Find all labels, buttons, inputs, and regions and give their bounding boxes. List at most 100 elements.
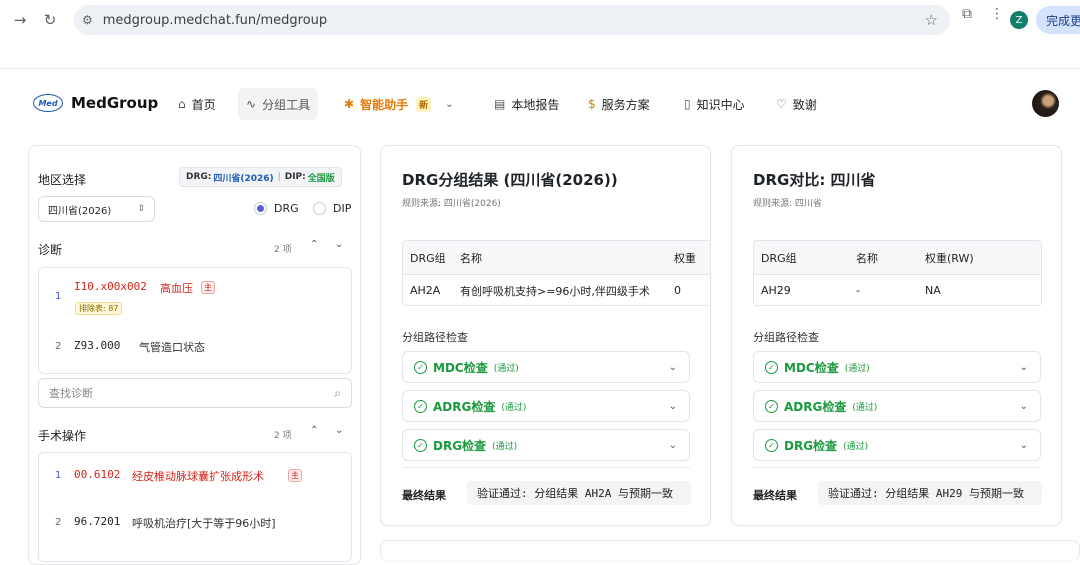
badge-dip-prefix: DIP: [284, 172, 306, 182]
table-row: AH29 - NA [754, 275, 1041, 305]
nav-thanks-label: 致谢 [792, 97, 817, 112]
profile-avatar[interactable]: Z [1010, 11, 1028, 29]
nav-local-report-label: 本地报告 [511, 97, 560, 112]
diagnosis-name: 高血压 [160, 282, 193, 295]
divider [402, 467, 690, 468]
nav-group-tool[interactable]: ∿ 分组工具 [238, 88, 319, 120]
adrg-check-row[interactable]: ✓ ADRG检查 (通过) ⌄ [753, 390, 1041, 422]
list-item[interactable]: 1 I10.x00x002 高血压 主 排除表: 87 [39, 268, 351, 322]
drg-result-panel: DRG分组结果 (四川省(2026)) 规则来源: 四川省(2026) DRG组… [380, 145, 711, 526]
exclusion-badge: 排除表: 87 [75, 302, 123, 315]
procedure-number: 2 [55, 517, 62, 528]
result-table: DRG组 名称 权重 AH2A 有创呼吸机支持>=96小时,伴四级手术 0 [402, 240, 710, 306]
main-diagnosis-badge: 主 [201, 281, 215, 294]
logo[interactable]: Med MedGroup [33, 94, 158, 112]
cell-weight: NA [925, 284, 941, 297]
mdc-check-row[interactable]: ✓ MDC检查 (通过) ⌄ [753, 351, 1041, 383]
complete-update-button[interactable]: 完成更 [1036, 6, 1080, 34]
user-avatar[interactable] [1032, 90, 1059, 117]
chevron-down-icon[interactable]: ⌄ [445, 99, 453, 110]
chevron-down-icon[interactable]: ⌄ [1020, 401, 1028, 412]
list-item[interactable]: 1 00.6102 经皮椎动脉球囊扩张成形术 主 [39, 453, 351, 499]
forward-icon[interactable]: → [6, 6, 34, 34]
nav-knowledge-label: 知识中心 [696, 97, 745, 112]
procedure-code: 96.7201 [74, 515, 121, 528]
more-menu-icon[interactable]: ⋮ [990, 6, 1004, 22]
moneybag-icon: $ [588, 97, 596, 111]
collapse-diagnosis-icon[interactable]: ⌄ [335, 239, 343, 250]
chevron-down-icon[interactable]: ⌄ [1020, 362, 1028, 373]
nav-home[interactable]: ⌂ 首页 [178, 88, 216, 120]
check-status: (通过) [492, 441, 518, 452]
nav-thanks[interactable]: ♡ 致谢 [776, 88, 817, 120]
procedure-label: 手术操作 [38, 429, 87, 443]
cell-drg-group: AH29 [761, 284, 791, 297]
chevron-down-icon[interactable]: ⌄ [669, 362, 677, 373]
search-diagnosis-input[interactable]: 查找诊断 ⌕ [38, 378, 352, 408]
nav-service-plan[interactable]: $ 服务方案 [588, 88, 650, 120]
sparkle-icon: ✱ [344, 97, 355, 111]
diagnosis-name: 气管造口状态 [139, 341, 205, 354]
logo-text: MedGroup [71, 94, 159, 112]
check-name: ADRG检查 [784, 399, 847, 414]
radio-dip[interactable]: DIP [313, 202, 351, 215]
select-chevron-icon: ⇕ [137, 204, 145, 214]
diagnosis-code: Z93.000 [74, 339, 121, 352]
chevron-down-icon[interactable]: ⌄ [669, 401, 677, 412]
list-item[interactable]: 2 96.7201 呼吸机治疗[大于等于96小时] [39, 499, 351, 559]
region-label: 地区选择 [38, 173, 87, 187]
col-name: 名称 [460, 251, 482, 265]
header-divider [0, 68, 1080, 69]
drg-check-row[interactable]: ✓ DRG检查 (通过) ⌄ [402, 429, 690, 461]
table-header: DRG组 名称 权重(RW) [754, 241, 1041, 275]
collapse-procedure-icon[interactable]: ⌄ [335, 425, 343, 436]
search-icon[interactable]: ⌕ [334, 386, 341, 401]
table-header: DRG组 名称 权重 [403, 241, 710, 275]
address-bar[interactable]: ⚙ medgroup.medchat.fun/medgroup ☆ [74, 5, 950, 35]
adrg-check-row[interactable]: ✓ ADRG检查 (通过) ⌄ [402, 390, 690, 422]
tab-search-icon[interactable]: ⧉ [962, 6, 972, 22]
move-up-icon[interactable]: ⌃ [310, 425, 318, 436]
final-result-label: 最终结果 [753, 489, 797, 502]
cell-name: 有创呼吸机支持>=96小时,伴四级手术 [460, 284, 650, 298]
check-status: (通过) [852, 402, 878, 413]
check-status: (通过) [501, 402, 527, 413]
cell-weight: 0 [674, 284, 681, 297]
col-drg-group: DRG组 [410, 251, 446, 265]
move-up-icon[interactable]: ⌃ [310, 239, 318, 250]
procedure-name: 呼吸机治疗[大于等于96小时] [132, 517, 276, 530]
col-name: 名称 [856, 251, 878, 265]
radio-drg-label: DRG [274, 202, 299, 215]
check-name: DRG检查 [784, 438, 838, 453]
check-circle-icon: ✓ [765, 438, 778, 452]
final-result-label: 最终结果 [402, 489, 446, 502]
drg-check-row[interactable]: ✓ DRG检查 (通过) ⌄ [753, 429, 1041, 461]
check-status: (通过) [843, 441, 869, 452]
check-circle-icon: ✓ [765, 399, 778, 413]
pulse-icon: ∿ [246, 97, 257, 111]
radio-drg[interactable]: DRG [254, 202, 299, 215]
chevron-down-icon[interactable]: ⌄ [1020, 440, 1028, 451]
result-source: 规则来源: 四川省(2026) [402, 199, 501, 209]
heart-icon: ♡ [776, 97, 787, 111]
nav-ai-assistant[interactable]: ✱ 智能助手 新 ⌄ [344, 88, 453, 120]
table-row: AH2A 有创呼吸机支持>=96小时,伴四级手术 0 [403, 275, 710, 305]
path-check-label: 分组路径检查 [402, 331, 468, 344]
check-circle-icon: ✓ [414, 399, 427, 413]
chevron-down-icon[interactable]: ⌄ [669, 440, 677, 451]
book-icon: ▯ [684, 97, 691, 111]
cell-drg-group: AH2A [410, 284, 441, 297]
bookmark-star-icon[interactable]: ☆ [925, 11, 938, 29]
diagnosis-code: I10.x00x002 [74, 280, 147, 293]
list-item[interactable]: 2 Z93.000 气管造口状态 [39, 322, 351, 374]
nav-knowledge[interactable]: ▯ 知识中心 [684, 88, 745, 120]
nav-local-report[interactable]: ▤ 本地报告 [494, 88, 559, 120]
radio-drg-circle [254, 202, 267, 215]
site-settings-icon[interactable]: ⚙ [82, 13, 93, 27]
region-select[interactable]: 四川省(2026) ⇕ [38, 196, 155, 222]
mdc-check-row[interactable]: ✓ MDC检查 (通过) ⌄ [402, 351, 690, 383]
check-status: (通过) [493, 363, 519, 374]
reload-icon[interactable]: ↻ [36, 6, 64, 34]
radio-dip-label: DIP [333, 202, 352, 215]
nav-home-label: 首页 [191, 97, 216, 112]
